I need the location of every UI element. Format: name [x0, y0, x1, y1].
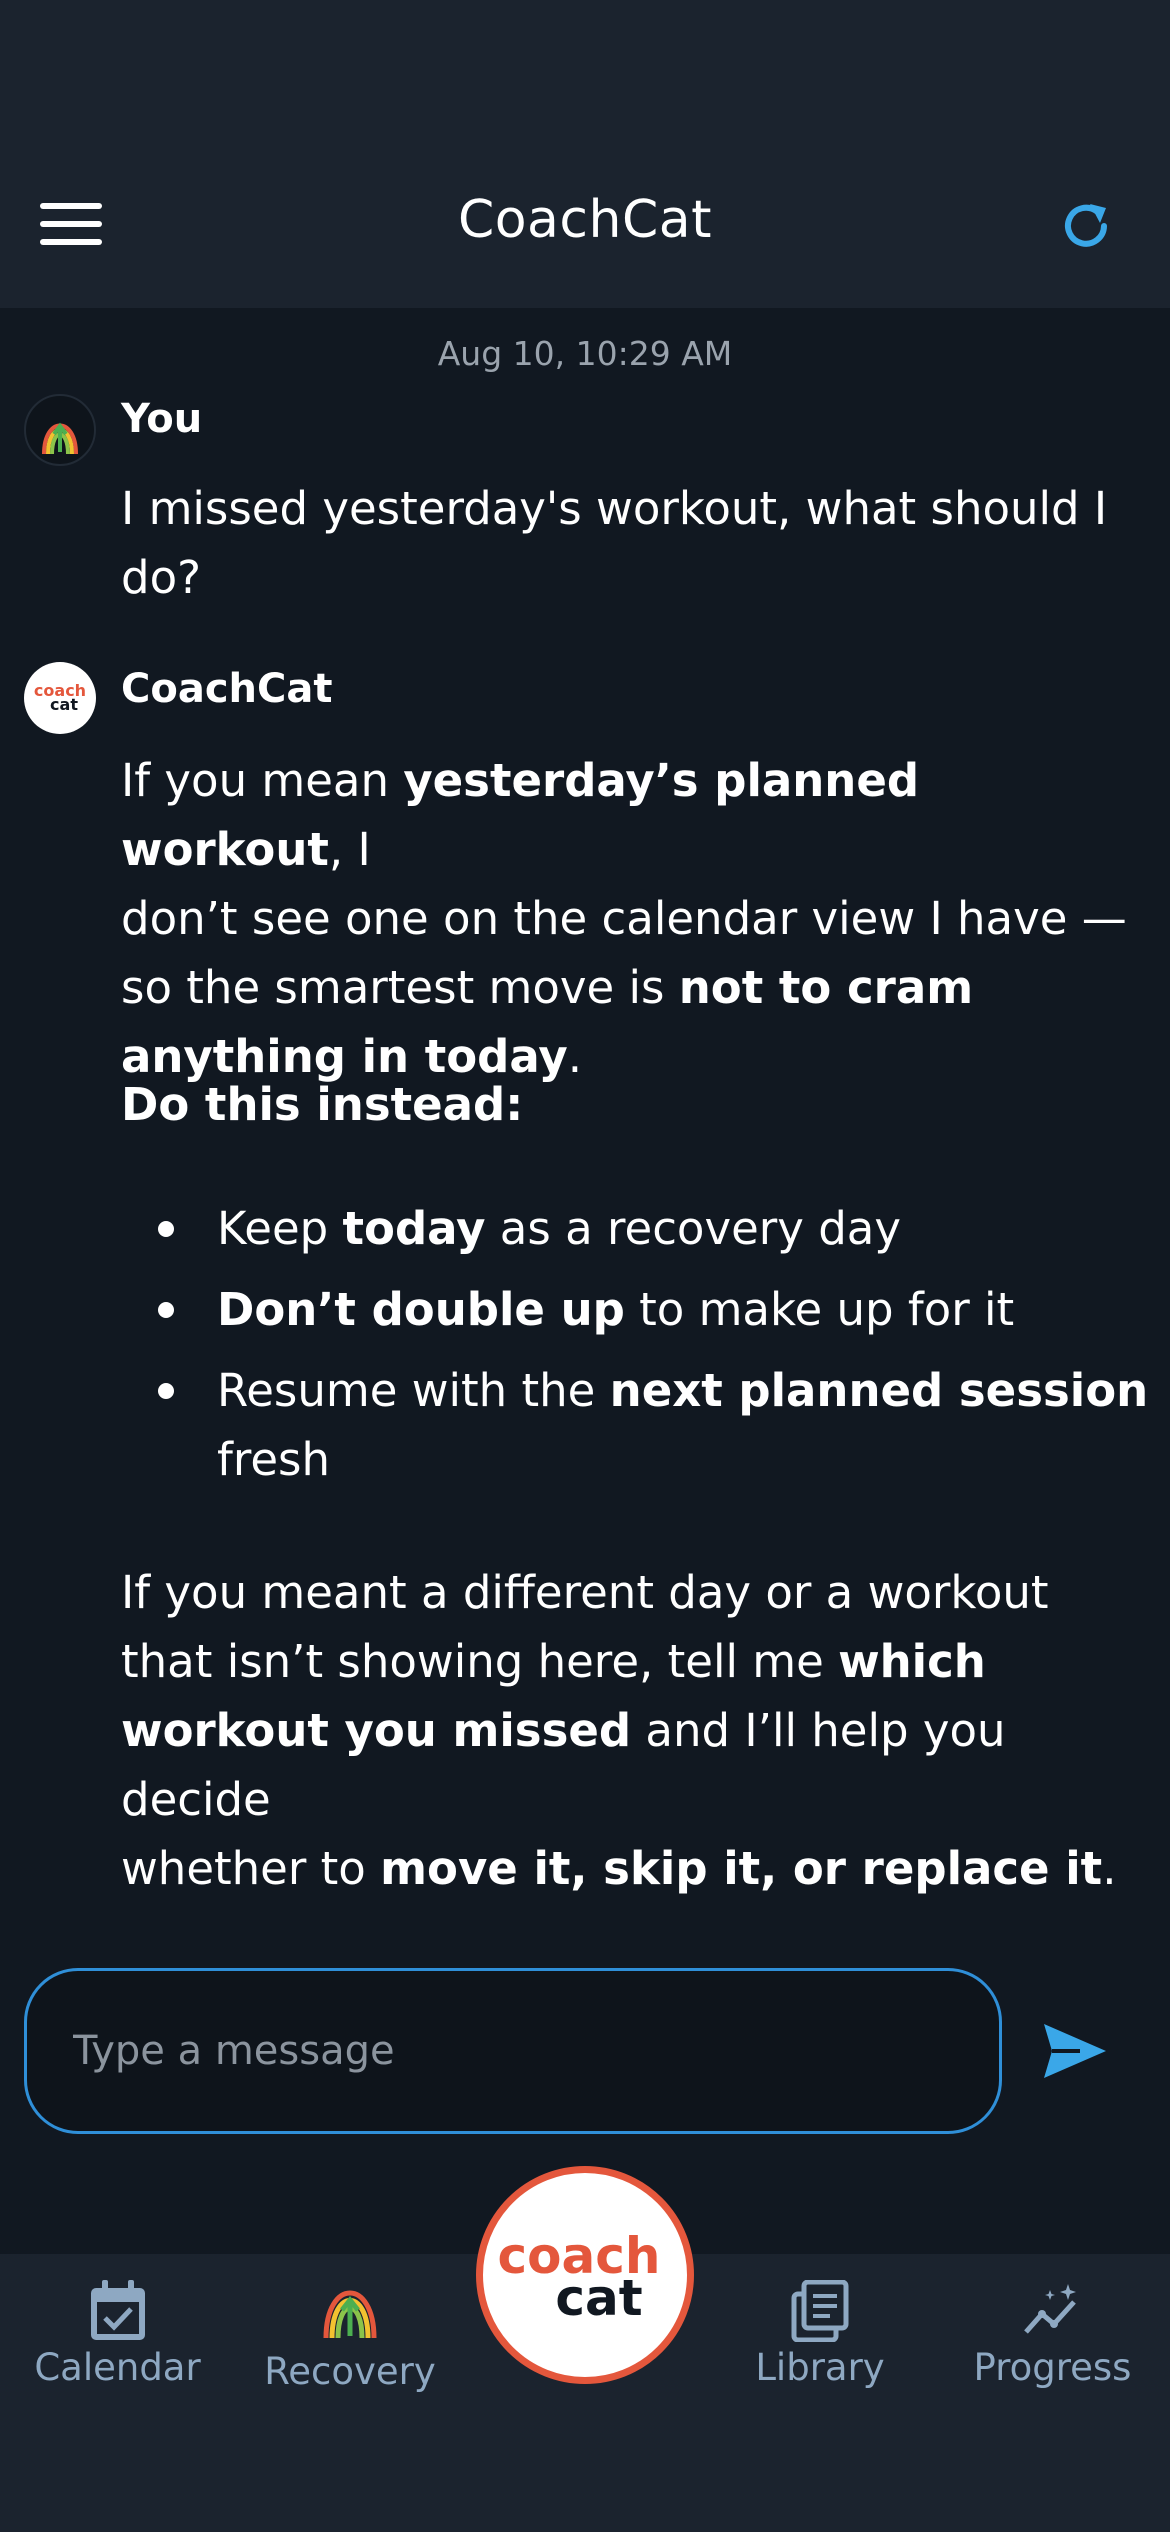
send-icon[interactable] [1040, 2020, 1110, 2082]
bullet-item: Don’t double up to make up for it [217, 1283, 1015, 1336]
nav-label-library: Library [755, 2346, 885, 2389]
bot-paragraph-1: If you mean yesterday’s planned workout,… [121, 754, 1127, 1083]
nav-item-recovery[interactable]: Recovery [250, 2274, 450, 2393]
library-icon [791, 2279, 849, 2343]
logo-text-cat: cat [50, 695, 78, 714]
coachcat-logo: coach cat [498, 2227, 661, 2327]
page-title: CoachCat [457, 190, 713, 250]
bullet-item: Keep today as a recovery day [217, 1202, 901, 1255]
recovery-arch-icon [323, 2290, 377, 2339]
bullet-dot [158, 1221, 174, 1237]
bullet-dot [158, 1302, 174, 1318]
message-input-container [24, 1968, 1002, 2134]
user-message-line: do? [121, 551, 201, 604]
nav-label-progress: Progress [973, 2346, 1132, 2389]
nav-item-progress[interactable]: Progress [950, 2280, 1155, 2389]
user-message-line: I missed yesterday's workout, what shoul… [121, 482, 1108, 535]
message-timestamp: Aug 10, 10:29 AM [437, 334, 733, 373]
calendar-check-icon [90, 2280, 145, 2340]
nav-item-library[interactable]: Library [720, 2279, 920, 2389]
user-sender-name: You [121, 396, 203, 442]
bot-heading: Do this instead: [121, 1078, 524, 1131]
coachcat-home-button[interactable]: coach cat [476, 2166, 694, 2384]
nav-label-recovery: Recovery [264, 2350, 436, 2393]
logo-text-cat: cat [555, 2269, 642, 2327]
bot-paragraph-2: If you meant a different day or a workou… [121, 1566, 1117, 1895]
bullet-dot [158, 1383, 174, 1399]
user-message: I missed yesterday's workout, what shoul… [121, 474, 1151, 612]
bot-sender-name: CoachCat [121, 666, 333, 712]
nav-item-calendar[interactable]: Calendar [20, 2280, 215, 2389]
user-avatar [24, 394, 96, 466]
recovery-arch-icon [42, 422, 78, 455]
app-header: CoachCat [0, 0, 1170, 308]
coachcat-avatar: coach cat [24, 662, 96, 734]
progress-chart-icon [1023, 2284, 1076, 2334]
nav-label-calendar: Calendar [34, 2346, 201, 2389]
refresh-icon[interactable] [1056, 196, 1116, 256]
message-input[interactable] [73, 2011, 953, 2091]
bullet-item: Resume with the next planned session fre… [217, 1364, 1149, 1486]
